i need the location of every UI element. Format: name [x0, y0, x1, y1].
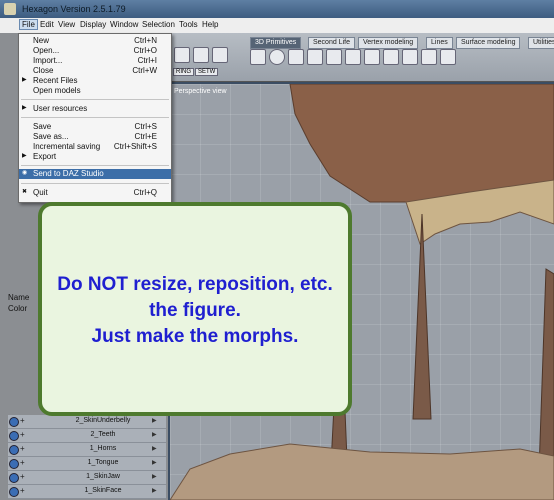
visibility-eye-icon[interactable] — [9, 487, 19, 497]
expand-plus-icon[interactable]: + — [20, 430, 25, 439]
expand-plus-icon[interactable]: + — [20, 458, 25, 467]
menu-separator — [21, 117, 169, 118]
setw-button[interactable]: SETW — [195, 68, 219, 76]
primitive-sphere-icon[interactable] — [269, 49, 285, 65]
properties-panel: Name Color — [8, 292, 29, 314]
tab-surface-modeling[interactable]: Surface modeling — [456, 37, 521, 49]
layer-row[interactable]: +1_SkinJaw ▶ — [8, 471, 166, 485]
visibility-eye-icon[interactable] — [9, 473, 19, 483]
tab-vertex-modeling[interactable]: Vertex modeling — [358, 37, 419, 49]
menu-item-open-models[interactable]: Open models — [19, 86, 171, 96]
arrow-right-icon: ▶ — [152, 432, 157, 438]
arrow-right-icon: ▶ — [152, 446, 157, 452]
submenu-arrow-icon: ▶ — [22, 105, 27, 111]
menu-item-close[interactable]: Close Ctrl+W — [19, 66, 171, 76]
callout-line-3: Just make the morphs. — [91, 326, 299, 347]
visibility-eye-icon[interactable] — [9, 459, 19, 469]
layer-row[interactable]: +1_Horns ▶ — [8, 443, 166, 457]
tab-second-life[interactable]: Second Life — [308, 37, 355, 49]
menu-separator — [21, 99, 169, 100]
primitive-gear-icon[interactable] — [440, 49, 456, 65]
ring-button[interactable]: RING — [173, 68, 194, 76]
app-icon — [4, 3, 16, 15]
tab-3d-primitives[interactable]: 3D Primitives — [250, 37, 302, 49]
title-bar: Hexagon Version 2.5.1.79 — [0, 0, 554, 18]
tab-utilities[interactable]: Utilities — [528, 37, 554, 49]
expand-plus-icon[interactable]: + — [20, 486, 25, 495]
menu-separator — [21, 183, 169, 184]
primitive-geosphere-icon[interactable] — [421, 49, 437, 65]
callout-line-1: Do NOT resize, reposition, etc. — [57, 274, 333, 295]
primitive-diamond-icon[interactable] — [402, 49, 418, 65]
menu-item-export[interactable]: ▶ Export — [19, 152, 171, 162]
window-title: Hexagon Version 2.5.1.79 — [22, 4, 126, 14]
cube-select-icon[interactable] — [174, 47, 190, 63]
menu-item-send-to-daz-studio[interactable]: ◉ Send to DAZ Studio — [19, 169, 171, 179]
color-label: Color — [8, 304, 28, 313]
arrow-right-icon: ▶ — [152, 460, 157, 466]
primitive-cylinder-icon[interactable] — [326, 49, 342, 65]
menu-file[interactable]: File — [19, 19, 38, 30]
tab-lines[interactable]: Lines — [426, 37, 453, 49]
menu-item-save[interactable]: Save Ctrl+S — [19, 122, 171, 132]
menu-item-import[interactable]: Import... Ctrl+I — [19, 56, 171, 66]
instruction-callout: Do NOT resize, reposition, etc. the figu… — [38, 202, 352, 416]
cube-alt-icon[interactable] — [212, 47, 228, 63]
callout-line-2: the figure. — [149, 300, 241, 321]
primitive-box-icon[interactable] — [307, 49, 323, 65]
layer-row[interactable]: +1_SkinFace ▶ — [8, 485, 166, 499]
expand-plus-icon[interactable]: + — [20, 444, 25, 453]
menu-item-open[interactable]: Open... Ctrl+O — [19, 46, 171, 56]
menu-item-quit[interactable]: ✖ Quit Ctrl+Q — [19, 188, 171, 198]
primitive-plane-icon[interactable] — [288, 49, 304, 65]
menu-tools[interactable]: Tools — [179, 20, 198, 29]
visibility-eye-icon[interactable] — [9, 431, 19, 441]
primitive-cone-icon[interactable] — [345, 49, 361, 65]
menu-separator — [21, 165, 169, 166]
menu-selection[interactable]: Selection — [142, 20, 175, 29]
file-menu-dropdown: New Ctrl+N Open... Ctrl+O Import... Ctrl+I … — [18, 33, 172, 203]
menu-bar: File Edit View Display Window Selection … — [0, 18, 554, 34]
menu-window[interactable]: Window — [110, 20, 138, 29]
quit-icon: ✖ — [22, 189, 28, 195]
primitive-disc-icon[interactable] — [364, 49, 380, 65]
menu-view[interactable]: View — [58, 20, 75, 29]
expand-plus-icon[interactable]: + — [20, 416, 25, 425]
arrow-right-icon: ▶ — [152, 474, 157, 480]
layer-row[interactable]: +1_Tongue ▶ — [8, 457, 166, 471]
layer-row[interactable]: +2_SkinUnderbelly ▶ — [8, 415, 166, 429]
cube-icon[interactable] — [193, 47, 209, 63]
expand-plus-icon[interactable]: + — [20, 472, 25, 481]
visibility-eye-icon[interactable] — [9, 417, 19, 427]
submenu-arrow-icon: ▶ — [22, 153, 27, 159]
visibility-eye-icon[interactable] — [9, 445, 19, 455]
layer-row[interactable]: +2_Teeth ▶ — [8, 429, 166, 443]
arrow-right-icon: ▶ — [152, 488, 157, 494]
menu-edit[interactable]: Edit — [40, 20, 54, 29]
menu-item-incremental-saving[interactable]: Incremental saving Ctrl+Shift+S — [19, 142, 171, 152]
menu-item-new[interactable]: New Ctrl+N — [19, 36, 171, 46]
daz-icon: ◉ — [22, 170, 28, 176]
menu-display[interactable]: Display — [80, 20, 106, 29]
primitive-pyramid-icon[interactable] — [383, 49, 399, 65]
submenu-arrow-icon: ▶ — [22, 77, 27, 83]
primitive-cube-icon[interactable] — [250, 49, 266, 65]
menu-item-save-as[interactable]: Save as... Ctrl+E — [19, 132, 171, 142]
name-label: Name — [8, 293, 30, 302]
menu-item-recent-files[interactable]: ▶ Recent Files — [19, 76, 171, 86]
menu-help[interactable]: Help — [202, 20, 218, 29]
arrow-right-icon: ▶ — [152, 418, 157, 424]
menu-item-user-resources[interactable]: ▶ User resources — [19, 104, 171, 114]
